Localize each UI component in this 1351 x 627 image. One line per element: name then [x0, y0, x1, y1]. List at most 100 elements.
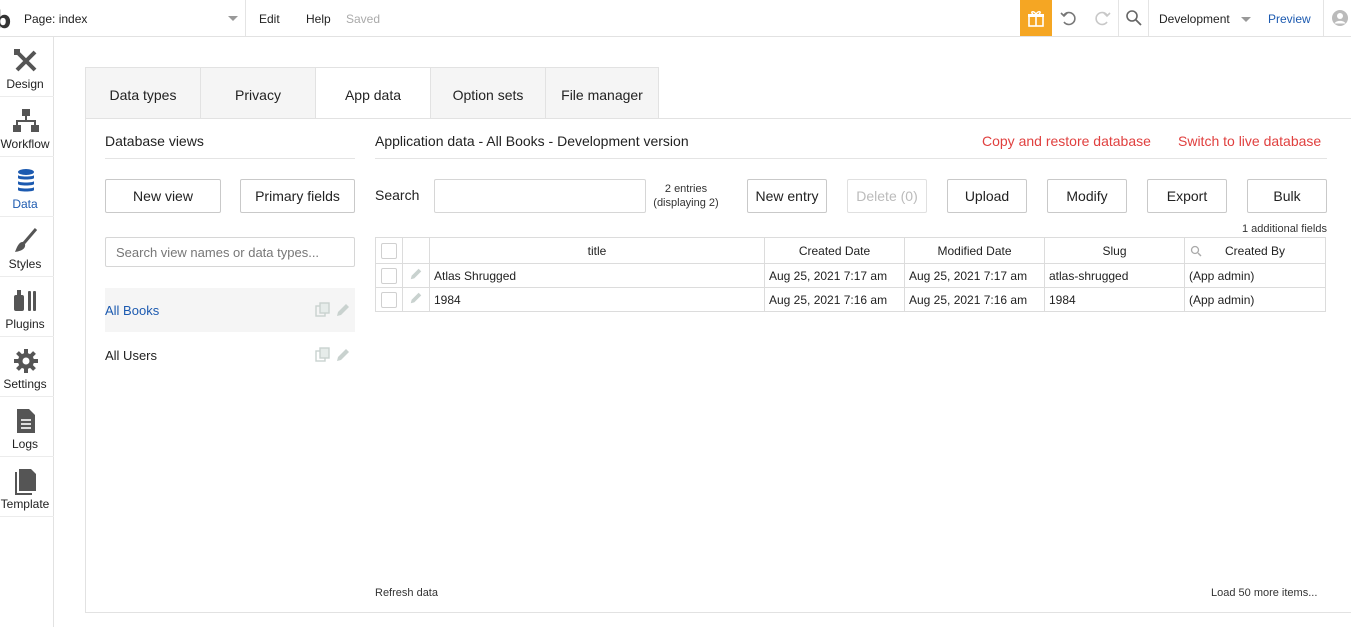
sidebar-item-plugins[interactable]: Plugins	[0, 277, 54, 337]
gift-button[interactable]	[1020, 0, 1052, 36]
sidebar-item-logs[interactable]: Logs	[0, 397, 54, 457]
search-icon[interactable]	[1125, 9, 1143, 27]
modify-button[interactable]: Modify	[1047, 179, 1127, 213]
cell-created-date[interactable]: Aug 25, 2021 7:16 am	[764, 287, 905, 312]
additional-fields-link[interactable]: 1 additional fields	[1242, 223, 1327, 235]
switch-live-link[interactable]: Switch to live database	[1178, 133, 1321, 149]
primary-fields-button[interactable]: Primary fields	[240, 179, 355, 213]
column-header-created-by[interactable]: Created By	[1184, 237, 1326, 264]
edit-pencil-icon[interactable]	[409, 291, 423, 305]
row-checkbox[interactable]	[381, 267, 397, 284]
cell-created-by[interactable]: (App admin)	[1184, 263, 1326, 288]
column-header-modified-date[interactable]: Modified Date	[904, 237, 1045, 264]
cell-created-date[interactable]: Aug 25, 2021 7:17 am	[764, 263, 905, 288]
column-header-slug[interactable]: Slug	[1044, 237, 1185, 264]
sidebar-item-template[interactable]: Template	[0, 457, 54, 517]
sidebar-item-label: Plugins	[5, 317, 45, 331]
entries-displaying: (displaying 2)	[653, 197, 719, 209]
delete-button[interactable]: Delete (0)	[847, 179, 927, 213]
divider	[1148, 0, 1149, 36]
tab-privacy[interactable]: Privacy	[200, 67, 315, 119]
chevron-down-icon[interactable]	[228, 16, 238, 21]
tab-app-data[interactable]: App data	[315, 67, 430, 119]
edit-pencil-icon[interactable]	[335, 347, 351, 363]
edit-menu[interactable]: Edit	[259, 12, 280, 26]
column-header-created-date[interactable]: Created Date	[764, 237, 905, 264]
cell-slug[interactable]: 1984	[1044, 287, 1185, 312]
cell-title[interactable]: 1984	[429, 287, 765, 312]
plug-icon	[14, 290, 36, 311]
cell-modified-date[interactable]: Aug 25, 2021 7:17 am	[904, 263, 1045, 288]
sidebar-item-data[interactable]: Data	[0, 157, 54, 217]
tab-option-sets[interactable]: Option sets	[430, 67, 545, 119]
template-icon	[15, 469, 36, 495]
column-header-label: Created By	[1224, 243, 1286, 258]
copy-restore-link[interactable]: Copy and restore database	[982, 133, 1151, 149]
export-button[interactable]: Export	[1147, 179, 1227, 213]
sidebar-item-settings[interactable]: Settings	[0, 337, 54, 397]
search-views-input[interactable]	[105, 237, 355, 267]
select-all-checkbox[interactable]	[381, 242, 397, 259]
gift-icon	[1028, 11, 1044, 27]
sidebar-item-workflow[interactable]: Workflow	[0, 97, 54, 157]
row-checkbox[interactable]	[381, 291, 397, 308]
divider	[105, 158, 355, 159]
row-edit-cell	[402, 287, 430, 312]
copy-icon[interactable]	[315, 347, 331, 363]
chevron-down-icon[interactable]	[1241, 17, 1251, 22]
undo-icon[interactable]	[1060, 9, 1078, 27]
top-bar: b Page: index Edit Help Saved Developmen…	[0, 0, 1351, 37]
cell-title[interactable]: Atlas Shrugged	[429, 263, 765, 288]
cell-created-by[interactable]: (App admin)	[1184, 287, 1326, 312]
view-item-label: All Users	[105, 348, 158, 363]
help-menu[interactable]: Help	[306, 12, 331, 26]
upload-button[interactable]: Upload	[947, 179, 1027, 213]
tab-data-types[interactable]: Data types	[85, 67, 200, 119]
sidebar: Design Workflow Data Styles Plugins Sett…	[0, 37, 54, 627]
new-view-button[interactable]: New view	[105, 179, 221, 213]
table-row[interactable]: 1984 Aug 25, 2021 7:16 am Aug 25, 2021 7…	[375, 287, 1326, 312]
sidebar-item-label: Styles	[8, 257, 42, 271]
view-item-actions	[315, 347, 351, 366]
data-tabs: Data types Privacy App data Option sets …	[85, 67, 659, 119]
data-table: title Created Date Modified Date Slug Cr…	[375, 237, 1326, 312]
bulk-button[interactable]: Bulk	[1247, 179, 1327, 213]
save-status: Saved	[346, 12, 381, 26]
database-views-title: Database views	[105, 133, 204, 149]
header-edit-cell	[402, 237, 430, 264]
sidebar-item-design[interactable]: Design	[0, 37, 54, 97]
divider	[1118, 0, 1119, 36]
sidebar-item-label: Settings	[3, 377, 47, 391]
table-row[interactable]: Atlas Shrugged Aug 25, 2021 7:17 am Aug …	[375, 263, 1326, 288]
view-item-label: All Books	[105, 303, 160, 318]
redo-icon[interactable]	[1093, 9, 1111, 27]
view-item-all-books[interactable]: All Books	[105, 288, 355, 332]
sidebar-item-styles[interactable]: Styles	[0, 217, 54, 277]
view-item-all-users[interactable]: All Users	[105, 333, 355, 377]
tab-file-manager[interactable]: File manager	[545, 67, 659, 119]
table-header-row: title Created Date Modified Date Slug Cr…	[375, 237, 1326, 264]
edit-pencil-icon[interactable]	[335, 302, 351, 318]
sidebar-item-label: Design	[6, 77, 44, 91]
load-more-link[interactable]: Load 50 more items...	[1211, 587, 1317, 599]
entries-total: 2 entries	[664, 183, 708, 195]
row-select-cell	[375, 263, 403, 288]
search-input[interactable]	[434, 179, 646, 213]
entries-count: 2 entries (displaying 2)	[650, 182, 722, 210]
environment-selector[interactable]: Development	[1159, 12, 1230, 26]
cell-slug[interactable]: atlas-shrugged	[1044, 263, 1185, 288]
preview-link[interactable]: Preview	[1268, 12, 1311, 26]
row-select-cell	[375, 287, 403, 312]
brush-icon	[15, 228, 38, 252]
edit-pencil-icon[interactable]	[409, 267, 423, 281]
divider	[375, 158, 1327, 159]
refresh-data-link[interactable]: Refresh data	[375, 587, 438, 599]
user-avatar-icon[interactable]	[1331, 9, 1349, 27]
bubble-logo[interactable]: b	[0, 6, 11, 34]
page-selector[interactable]: Page: index	[24, 12, 87, 26]
copy-icon[interactable]	[315, 302, 331, 318]
new-entry-button[interactable]: New entry	[747, 179, 827, 213]
cell-modified-date[interactable]: Aug 25, 2021 7:16 am	[904, 287, 1045, 312]
search-icon[interactable]	[1190, 245, 1202, 257]
column-header-title[interactable]: title	[429, 237, 765, 264]
